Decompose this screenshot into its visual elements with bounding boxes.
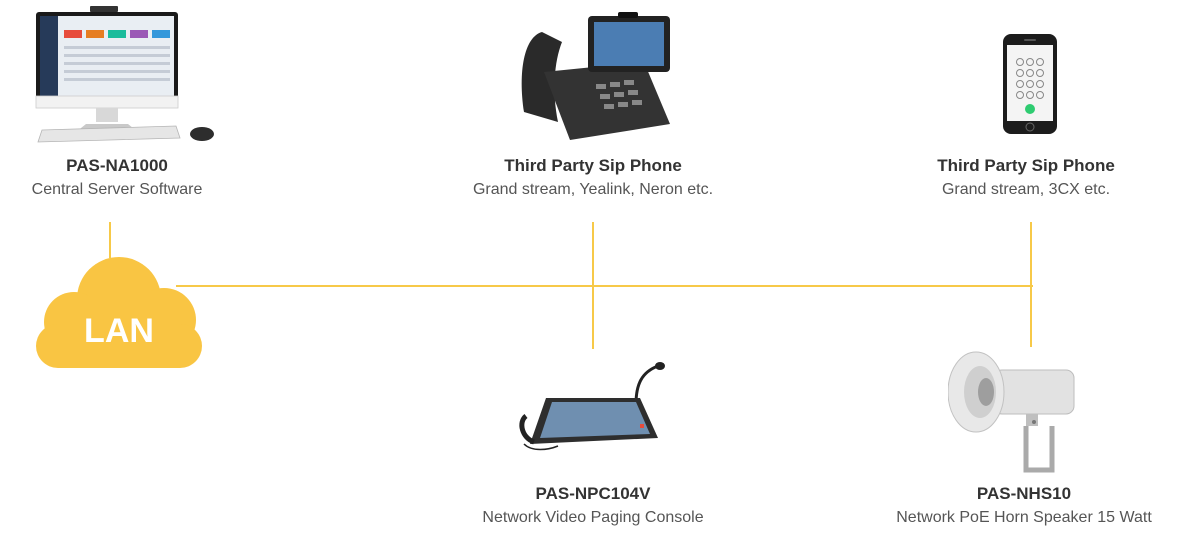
console-caption: PAS-NPC104V Network Video Paging Console	[482, 483, 703, 531]
desk-phone-caption: Third Party Sip Phone Grand stream, Yeal…	[473, 155, 713, 203]
lan-label: LAN	[84, 312, 154, 350]
device-description: Grand stream, Yealink, Neron etc.	[472, 181, 714, 198]
desk-sip-phone-device	[514, 12, 674, 147]
link-server-to-lan	[109, 222, 111, 258]
horn-speaker-caption: PAS-NHS10 Network PoE Horn Speaker 15 Wa…	[896, 483, 1152, 531]
desktop-computer-device	[28, 6, 218, 149]
desktop-computer-icon	[35, 6, 214, 143]
device-description: Grand stream, 3CX etc.	[941, 181, 1111, 198]
device-description: Network PoE Horn Speaker 15 Watt	[896, 509, 1152, 526]
device-name: Third Party Sip Phone	[504, 156, 682, 175]
paging-console-device	[518, 360, 668, 460]
paging-console-icon	[519, 362, 665, 451]
horn-speaker-device	[947, 350, 1086, 480]
horn-speaker-icon	[947, 351, 1075, 473]
device-description: Network Video Paging Console	[482, 509, 704, 526]
server-caption: PAS-NA1000 Central Server Software	[32, 155, 203, 203]
link-desk-phone	[592, 222, 594, 349]
lan-cloud: LAN	[24, 254, 214, 370]
device-name: PAS-NA1000	[66, 156, 168, 175]
desk-sip-phone-icon	[521, 12, 670, 140]
link-mobile-phone	[1030, 222, 1032, 347]
mobile-phone-caption: Third Party Sip Phone Grand stream, 3CX …	[937, 155, 1115, 203]
device-name: PAS-NPC104V	[535, 484, 651, 503]
device-description: Central Server Software	[31, 181, 203, 198]
device-name: PAS-NHS10	[976, 484, 1072, 503]
device-name: Third Party Sip Phone	[937, 156, 1115, 175]
smartphone-icon	[1003, 34, 1057, 134]
smartphone-device	[1003, 34, 1057, 139]
lan-backbone-line	[176, 285, 1033, 287]
